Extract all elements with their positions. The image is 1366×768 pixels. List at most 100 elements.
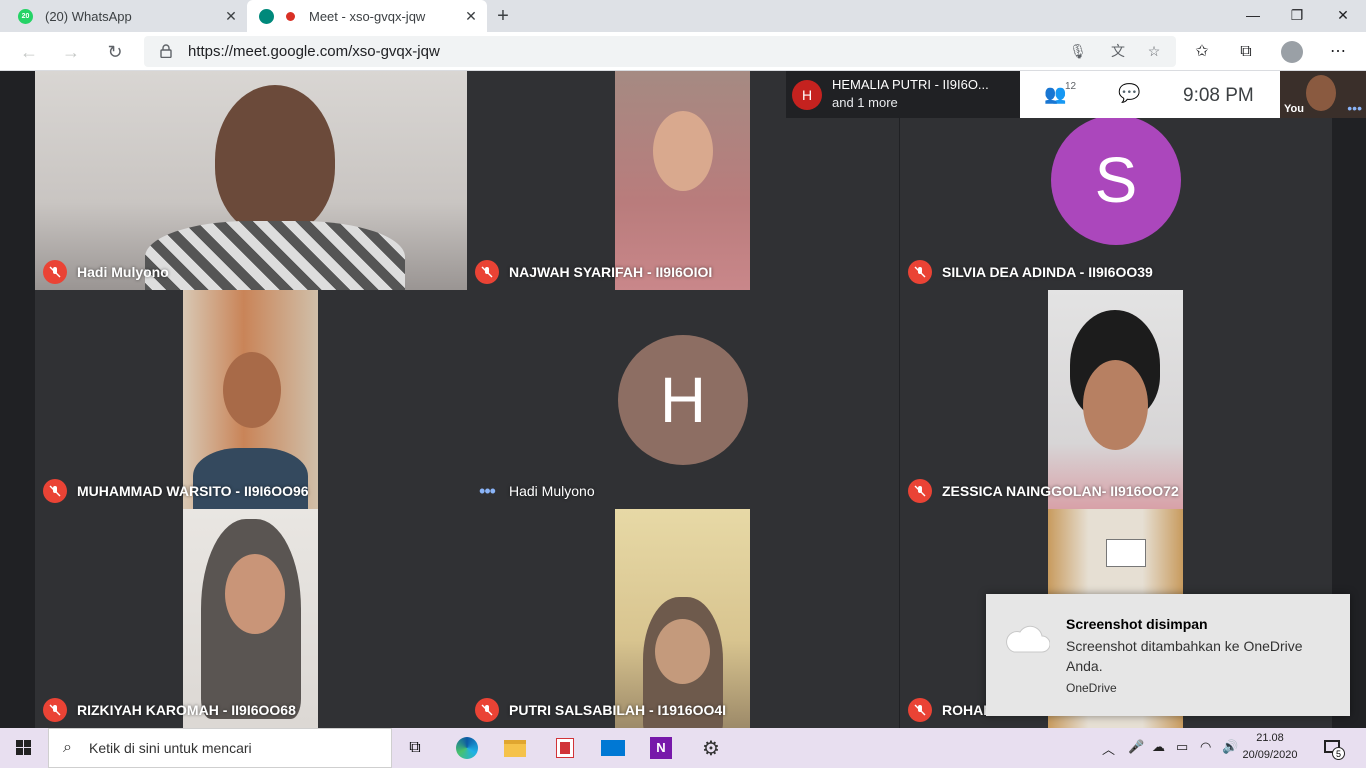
participant-avatar: S <box>1051 115 1181 245</box>
file-explorer-icon[interactable] <box>498 734 532 762</box>
participant-name: NAJWAH SYARIFAH - II9I6OIOI <box>509 264 713 280</box>
notification-body: Screenshot ditambahkan ke OneDrive Anda. <box>1066 638 1303 674</box>
participant-name: Hadi Mulyono <box>509 483 595 499</box>
tab-title: Meet - xso-gvqx-jqw <box>309 8 426 24</box>
participant-video <box>1048 290 1183 509</box>
participant-name: MUHAMMAD WARSITO - II9I6OO96 <box>77 483 309 499</box>
speaking-indicator-icon: ••• <box>479 480 496 501</box>
meet-icon <box>259 8 274 24</box>
taskbar-search[interactable]: ⌕ Ketik di sini untuk mencari <box>48 728 392 768</box>
participant-label: ••• Hadi Mulyono <box>475 479 595 503</box>
participant-label: ZESSICA NAINGGOLAN- II916OO72 <box>908 479 1179 503</box>
onedrive-icon[interactable]: ☁ <box>1152 739 1165 755</box>
microphone-icon[interactable]: 🎤 <box>1128 739 1144 755</box>
forward-icon[interactable]: → <box>58 39 84 65</box>
cloud-icon <box>1006 625 1050 653</box>
url-text[interactable]: https://meet.google.com/xso-gvqx-jqw <box>188 43 440 60</box>
settings-icon[interactable]: ⚙ <box>694 734 728 762</box>
participant-video <box>615 509 750 728</box>
participant-tile[interactable]: H ••• Hadi Mulyono <box>467 290 899 509</box>
meet-top-controls: 👥 12 💬 9:08 PM <box>1020 71 1280 118</box>
menu-icon[interactable]: ⋯ <box>1326 40 1350 64</box>
mic-off-icon <box>475 260 499 284</box>
participant-label: NAJWAH SYARIFAH - II9I6OIOI <box>475 260 712 284</box>
participant-name: PUTRI SALSABILAH - I1916OO4I <box>509 702 727 718</box>
onedrive-notification[interactable]: Screenshot disimpan Screenshot ditambahk… <box>986 594 1350 716</box>
edge-icon[interactable] <box>450 734 484 762</box>
windows-start-icon[interactable] <box>0 728 48 768</box>
participant-label: ROHAN <box>908 698 993 722</box>
people-icon[interactable]: 👥 <box>1044 84 1066 105</box>
chevron-up-icon[interactable]: ︿ <box>1102 739 1115 758</box>
battery-icon[interactable]: ▭ <box>1176 739 1188 755</box>
meeting-clock: 9:08 PM <box>1183 85 1254 106</box>
minimize-icon[interactable]: — <box>1230 0 1276 32</box>
onenote-icon[interactable]: N <box>644 734 678 762</box>
self-label: You <box>1284 103 1304 115</box>
participant-video <box>615 71 750 290</box>
mic-off-icon <box>908 479 932 503</box>
task-view-icon[interactable]: ⧉ <box>398 734 432 762</box>
close-tab-icon[interactable]: ✕ <box>223 8 239 24</box>
clock-time[interactable]: 21.08 <box>1242 732 1298 744</box>
tab-strip: 20 (20) WhatsApp ✕ Meet - xso-gvqx-jqw ✕… <box>0 0 1366 32</box>
participant-name: Hadi Mulyono <box>77 264 169 280</box>
participant-tile[interactable]: MUHAMMAD WARSITO - II9I6OO96 <box>35 290 467 509</box>
collections-icon[interactable]: ⧉ <box>1234 40 1258 64</box>
mic-off-icon <box>475 698 499 722</box>
mic-off-icon <box>908 260 932 284</box>
favorites-icon[interactable]: ✩ <box>1190 40 1214 64</box>
profile-avatar[interactable] <box>1281 41 1303 63</box>
address-bar[interactable]: https://meet.google.com/xso-gvqx-jqw 🎙 文… <box>144 36 1176 67</box>
presenter-avatar: H <box>792 80 822 110</box>
recording-indicator-icon <box>286 11 295 21</box>
notification-title: Screenshot disimpan <box>1066 616 1208 632</box>
taskbar: ⌕ Ketik di sini untuk mencari ⧉ N ⚙ ︿ 🎤 … <box>0 728 1366 768</box>
participant-avatar: H <box>618 335 748 465</box>
tab-title: (20) WhatsApp <box>45 8 132 24</box>
participant-tile[interactable]: RIZKIYAH KAROMAH - II9I6OO68 <box>35 509 467 728</box>
gift-icon[interactable] <box>548 734 582 762</box>
translate-icon[interactable]: 文 <box>1108 41 1128 61</box>
presenter-more: and 1 more <box>832 95 898 110</box>
notification-source: OneDrive <box>1066 681 1117 695</box>
participant-label: MUHAMMAD WARSITO - II9I6OO96 <box>43 479 309 503</box>
wifi-icon[interactable]: ◠ <box>1200 739 1211 755</box>
volume-icon[interactable]: 🔊 <box>1222 739 1238 755</box>
self-view[interactable]: You ••• <box>1280 71 1366 118</box>
mic-off-icon <box>43 260 67 284</box>
tab-whatsapp[interactable]: 20 (20) WhatsApp ✕ <box>0 0 247 32</box>
close-tab-icon[interactable]: ✕ <box>463 8 479 24</box>
presenter-name: HEMALIA PUTRI - II9I6O... <box>832 77 989 92</box>
participant-label: Hadi Mulyono <box>43 260 169 284</box>
star-icon[interactable]: ☆ <box>1144 41 1164 61</box>
chat-icon[interactable]: 💬 <box>1118 83 1140 104</box>
microphone-icon[interactable]: 🎙 <box>1068 41 1088 61</box>
participant-label: SILVIA DEA ADINDA - II9I6OO39 <box>908 260 1153 284</box>
back-icon[interactable]: ← <box>16 39 42 65</box>
tab-meet[interactable]: Meet - xso-gvqx-jqw ✕ <box>247 0 487 32</box>
participant-name: RIZKIYAH KAROMAH - II9I6OO68 <box>77 702 296 718</box>
close-window-icon[interactable]: ✕ <box>1320 0 1366 32</box>
search-placeholder: Ketik di sini untuk mencari <box>89 740 252 756</box>
participant-tile[interactable]: Hadi Mulyono <box>35 71 467 290</box>
restore-icon[interactable]: ❐ <box>1274 0 1320 32</box>
participant-name: ZESSICA NAINGGOLAN- II916OO72 <box>942 483 1179 499</box>
refresh-icon[interactable]: ↻ <box>102 39 128 65</box>
mail-icon[interactable] <box>596 734 630 762</box>
people-count: 12 <box>1065 81 1077 92</box>
participant-label: PUTRI SALSABILAH - I1916OO4I <box>475 698 726 722</box>
more-options-icon[interactable]: ••• <box>1347 100 1362 116</box>
clock-date[interactable]: 20/09/2020 <box>1242 749 1298 761</box>
lock-icon <box>160 44 172 58</box>
presenter-chip[interactable]: H HEMALIA PUTRI - II9I6O... and 1 more <box>786 71 1020 118</box>
action-center-icon[interactable]: 5 <box>1322 738 1345 760</box>
search-icon: ⌕ <box>63 739 72 756</box>
new-tab-icon[interactable]: + <box>492 5 514 27</box>
participant-tile[interactable]: ZESSICA NAINGGOLAN- II916OO72 <box>900 290 1332 509</box>
participant-name: SILVIA DEA ADINDA - II9I6OO39 <box>942 264 1153 280</box>
participant-video <box>183 509 318 728</box>
participant-tile[interactable]: PUTRI SALSABILAH - I1916OO4I <box>467 509 899 728</box>
participant-label: RIZKIYAH KAROMAH - II9I6OO68 <box>43 698 296 722</box>
mic-off-icon <box>43 479 67 503</box>
